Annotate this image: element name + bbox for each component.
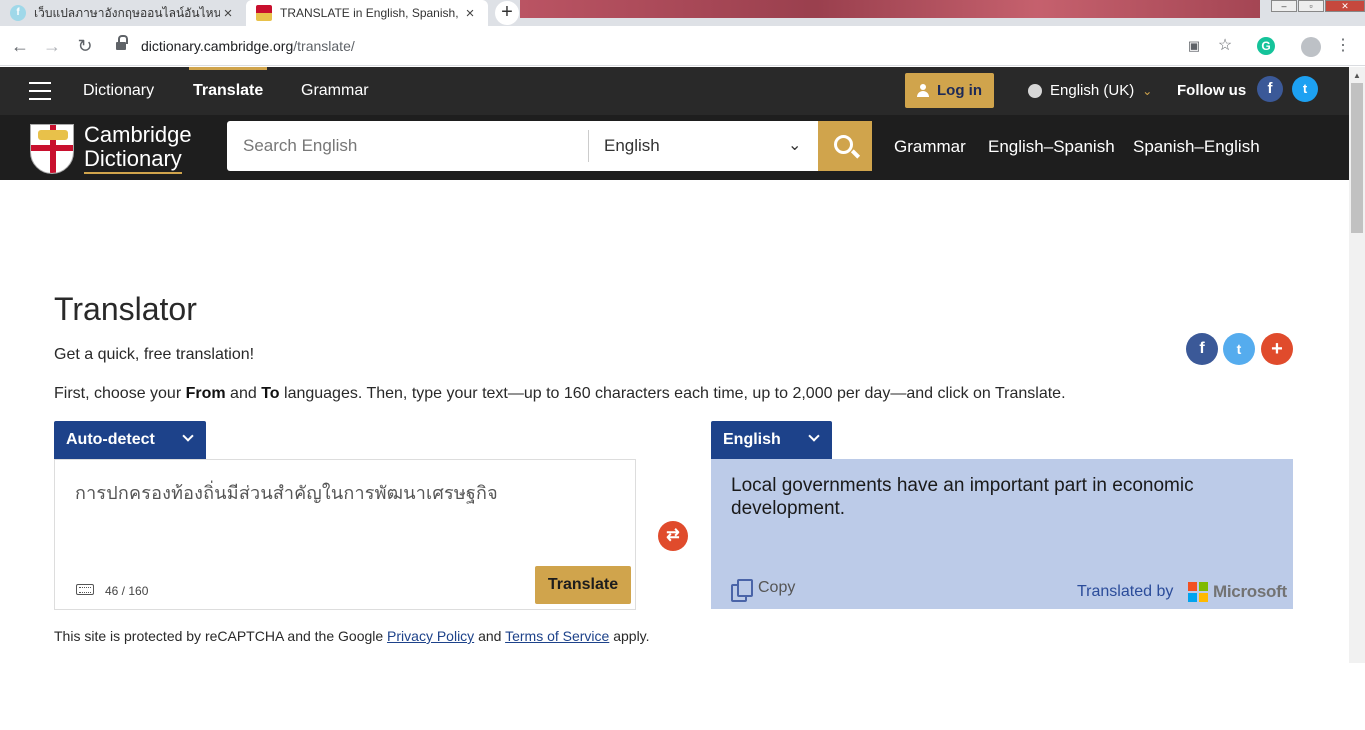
swap-languages-icon[interactable]: ⇄ (658, 521, 688, 551)
back-icon[interactable]: ← (10, 36, 30, 56)
page-scrollbar[interactable]: ▲ (1349, 67, 1365, 663)
lock-icon (116, 35, 128, 51)
hamburger-icon[interactable] (29, 82, 51, 100)
link-spanish-english[interactable]: Spanish–English (1133, 137, 1260, 157)
logo-text: Cambridge Dictionary (84, 123, 192, 174)
source-text[interactable]: การปกครองท้องถิ่นมีส่วนสำคัญในการพัฒนาเศ… (75, 478, 498, 507)
page-subtitle: Get a quick, free translation! (54, 346, 255, 363)
from-language-label: Auto-detect (66, 431, 155, 448)
window-titlebar-background (520, 0, 1260, 18)
globe-icon (1028, 83, 1042, 98)
forward-icon[interactable]: → (42, 36, 62, 56)
tab-title: เว็บแปลภาษาอังกฤษออนไลน์อันไหน (34, 5, 220, 20)
link-grammar[interactable]: Grammar (894, 137, 966, 157)
keyboard-icon[interactable] (76, 584, 94, 595)
site-language-selector[interactable]: English (UK) ⌄ (1028, 82, 1152, 99)
chevron-down-icon[interactable]: ⌄ (788, 135, 801, 155)
chevron-down-icon (182, 430, 194, 442)
to-language-label: English (723, 431, 781, 448)
translated-by-label: Translated by (1077, 583, 1174, 600)
from-language-dropdown[interactable]: Auto-detect (54, 421, 206, 459)
facebook-icon[interactable]: f (1257, 76, 1283, 102)
bookmark-star-icon[interactable]: ☆ (1214, 35, 1236, 57)
user-icon (917, 84, 929, 97)
browser-tab-1[interactable]: f เว็บแปลภาษาอังกฤษออนไลน์อันไหน × (0, 0, 246, 26)
menu-kebab-icon[interactable]: ⋮ (1332, 35, 1354, 57)
browser-tab-bar: f เว็บแปลภาษาอังกฤษออนไลน์อันไหน × TRANS… (0, 0, 1365, 26)
window-close-icon[interactable]: ✕ (1325, 0, 1365, 12)
grammarly-extension-icon[interactable]: G (1257, 37, 1275, 55)
tab-favicon: f (10, 5, 26, 21)
login-label: Log in (937, 82, 982, 99)
url-text: dictionary.cambridge.org/translate/ (141, 38, 355, 54)
login-button[interactable]: Log in (905, 73, 994, 108)
page-title: Translator (54, 291, 197, 327)
microsoft-logo-icon (1188, 582, 1208, 602)
dictionary-select[interactable]: English (604, 136, 660, 156)
instructions: First, choose your From and To languages… (54, 385, 1066, 402)
privacy-policy-link[interactable]: Privacy Policy (387, 628, 474, 644)
microsoft-label: Microsoft (1213, 582, 1287, 601)
cambridge-logo[interactable]: Cambridge Dictionary (30, 123, 192, 174)
search-button[interactable] (818, 121, 872, 171)
nav-dictionary[interactable]: Dictionary (83, 82, 154, 100)
site-language-label: English (UK) (1050, 82, 1135, 99)
translate-button[interactable]: Translate (535, 566, 631, 604)
search-input[interactable] (227, 121, 587, 171)
copy-icon[interactable] (731, 579, 753, 602)
tab-title: TRANSLATE in English, Spanish, F (280, 6, 462, 20)
browser-toolbar: ← → ↻ dictionary.cambridge.org/translate… (0, 26, 1365, 66)
copy-button[interactable]: Copy (758, 579, 795, 597)
tab-close-icon[interactable]: × (462, 5, 478, 22)
twitter-icon[interactable]: t (1292, 76, 1318, 102)
translated-text: Local governments have an important part… (731, 475, 1194, 519)
source-text-box[interactable]: การปกครองท้องถิ่นมีส่วนสำคัญในการพัฒนาเศ… (54, 459, 636, 610)
cambridge-shield-icon (30, 123, 74, 174)
scroll-up-icon[interactable]: ▲ (1353, 71, 1361, 80)
site-top-nav: Dictionary Translate Grammar Log in Engl… (0, 67, 1349, 115)
translation-output-box: Local governments have an important part… (711, 459, 1293, 609)
tab-close-icon[interactable]: × (220, 5, 236, 22)
search-divider (588, 130, 589, 162)
minimize-icon[interactable]: – (1271, 0, 1297, 12)
search-bar: English ⌄ (227, 121, 872, 171)
translate-page-icon[interactable]: ▣ (1183, 35, 1205, 57)
link-english-spanish[interactable]: English–Spanish (988, 137, 1115, 157)
share-twitter-icon[interactable]: t (1223, 333, 1255, 365)
address-bar[interactable]: dictionary.cambridge.org/translate/ (108, 32, 1248, 60)
scrollbar-thumb[interactable] (1351, 83, 1363, 233)
nav-translate[interactable]: Translate (188, 67, 268, 100)
cambridge-favicon (256, 5, 272, 21)
maximize-icon[interactable]: ▫ (1298, 0, 1324, 12)
browser-tab-2[interactable]: TRANSLATE in English, Spanish, F × (246, 0, 488, 26)
share-more-plus-icon[interactable]: + (1261, 333, 1293, 365)
search-icon (834, 135, 853, 154)
chevron-down-icon: ⌄ (1142, 83, 1153, 98)
window-controls: – ▫ ✕ (1270, 0, 1365, 12)
new-tab-button[interactable]: + (495, 1, 519, 25)
nav-grammar[interactable]: Grammar (301, 82, 369, 100)
reload-icon[interactable]: ↻ (75, 36, 95, 56)
terms-of-service-link[interactable]: Terms of Service (505, 628, 609, 644)
profile-avatar[interactable] (1301, 37, 1321, 57)
site-search-header: Cambridge Dictionary English ⌄ Grammar E… (0, 115, 1349, 180)
to-language-dropdown[interactable]: English (711, 421, 832, 459)
recaptcha-notice: This site is protected by reCAPTCHA and … (54, 628, 650, 644)
follow-us-label: Follow us (1177, 82, 1247, 99)
chevron-down-icon (808, 430, 820, 442)
character-counter: 46 / 160 (105, 584, 149, 598)
share-facebook-icon[interactable]: f (1186, 333, 1218, 365)
